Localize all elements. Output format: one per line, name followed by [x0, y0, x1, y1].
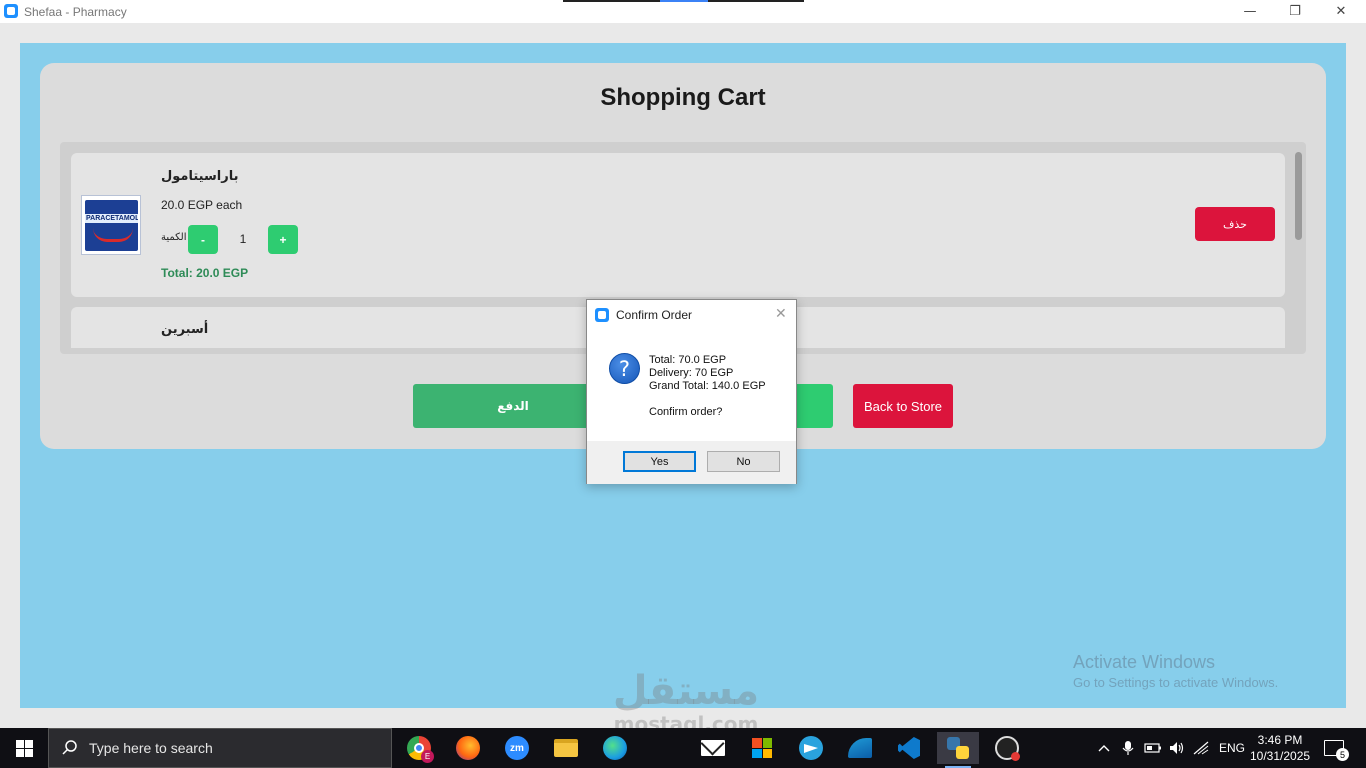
- confirm-order-dialog: Confirm Order ✕ ? Total: 70.0 EGP Delive…: [586, 299, 797, 484]
- taskbar: Type here to search E zm ENG 3:46 PM 10/…: [0, 728, 1366, 768]
- product-name: أسبرين: [161, 322, 209, 337]
- dialog-total: Total: 70.0 EGP: [649, 354, 727, 366]
- windows-logo-icon: [15, 739, 33, 757]
- watermark-arabic: مستقل: [612, 668, 760, 714]
- notification-count: 5: [1336, 748, 1349, 761]
- app-icon: [4, 4, 18, 18]
- python-icon[interactable]: [937, 732, 979, 768]
- back-to-store-button[interactable]: Back to Store: [853, 384, 953, 428]
- mail-icon[interactable]: [692, 731, 734, 764]
- pay-button[interactable]: الدفع: [413, 384, 613, 428]
- search-icon: [61, 728, 85, 768]
- firefox-icon[interactable]: [447, 732, 489, 764]
- product-name: باراسيتامول: [161, 169, 239, 184]
- list-scrollbar[interactable]: [1295, 152, 1302, 240]
- taskbar-search[interactable]: Type here to search: [48, 728, 392, 768]
- notifications-icon[interactable]: 5: [1324, 728, 1349, 768]
- title-divider-accent: [660, 0, 708, 2]
- minimize-button[interactable]: —: [1227, 0, 1273, 23]
- close-button[interactable]: ✕: [1318, 0, 1364, 23]
- microphone-icon[interactable]: [1121, 728, 1135, 768]
- clock-time: 3:46 PM: [1257, 733, 1303, 747]
- no-button[interactable]: No: [707, 451, 780, 472]
- network-icon[interactable]: [1193, 728, 1209, 768]
- increase-quantity-button[interactable]: +: [268, 225, 298, 254]
- dialog-delivery: Delivery: 70 EGP: [649, 367, 734, 379]
- dialog-grand-total: Grand Total: 140.0 EGP: [649, 380, 766, 392]
- window-titlebar: Shefaa - Pharmacy — ❐ ✕: [0, 0, 1366, 23]
- telegram-icon[interactable]: [790, 732, 832, 764]
- quantity-label: الكمية: [161, 232, 187, 243]
- activate-title: Activate Windows: [1073, 652, 1216, 672]
- restore-button[interactable]: ❐: [1272, 0, 1318, 23]
- activate-windows-notice: Activate Windows Go to Settings to activ…: [1073, 652, 1278, 690]
- file-explorer-icon[interactable]: [545, 732, 587, 764]
- show-hidden-icons[interactable]: [1097, 728, 1111, 768]
- watermark: مستقل mostaql.com: [596, 668, 776, 734]
- product-image: PARACETAMOL: [81, 195, 141, 255]
- product-box: PARACETAMOL: [85, 200, 138, 251]
- product-price: 20.0 EGP each: [161, 198, 243, 212]
- wireshark-icon[interactable]: [839, 732, 881, 764]
- product-image-label: PARACETAMOL: [86, 215, 138, 222]
- clock[interactable]: 3:46 PM 10/31/2025: [1250, 732, 1310, 764]
- search-placeholder: Type here to search: [89, 740, 213, 756]
- obs-icon[interactable]: [986, 732, 1028, 764]
- decrease-quantity-button[interactable]: -: [188, 225, 218, 254]
- dialog-question: Confirm order?: [649, 406, 723, 418]
- battery-icon[interactable]: [1144, 728, 1162, 768]
- quantity-value: 1: [239, 232, 247, 246]
- edge-icon[interactable]: [594, 732, 636, 764]
- activate-subtitle: Go to Settings to activate Windows.: [1073, 675, 1279, 690]
- volume-icon[interactable]: [1168, 728, 1186, 768]
- profile-badge: E: [421, 750, 434, 763]
- clock-date: 10/31/2025: [1250, 749, 1311, 763]
- language-indicator[interactable]: ENG: [1219, 728, 1245, 768]
- vscode-icon[interactable]: [888, 732, 930, 764]
- cart-item: [71, 153, 1285, 297]
- page-title: Shopping Cart: [600, 84, 766, 111]
- zoom-icon[interactable]: zm: [496, 732, 538, 764]
- item-total: Total: 20.0 EGP: [161, 266, 249, 280]
- delete-item-button[interactable]: حذف: [1195, 207, 1275, 241]
- store-icon[interactable]: [741, 732, 783, 764]
- question-icon: ?: [609, 353, 640, 384]
- start-button[interactable]: [0, 728, 48, 768]
- chrome-icon[interactable]: E: [398, 732, 440, 764]
- window-title: Shefaa - Pharmacy: [24, 5, 127, 19]
- dialog-title: Confirm Order: [616, 308, 693, 322]
- dialog-close-icon[interactable]: ✕: [775, 306, 787, 322]
- yes-button[interactable]: Yes: [623, 451, 696, 472]
- app-icon: [595, 308, 609, 322]
